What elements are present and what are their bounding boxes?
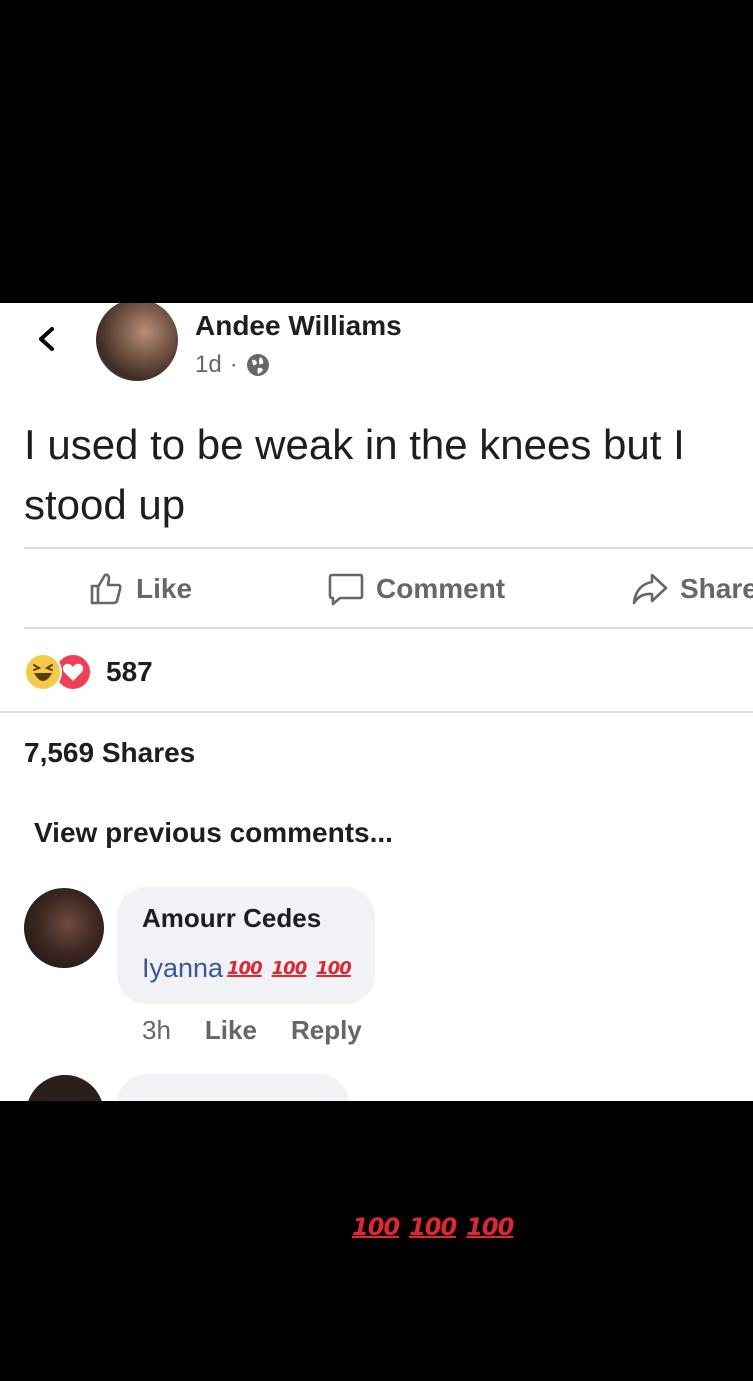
comment-text: Iyanna 100 100 100 [142,953,357,984]
commenter-name[interactable]: Amourr Cedes [142,903,321,934]
thumbs-up-icon [90,573,122,605]
comment-actions: 3h Like Reply [142,1015,362,1046]
back-arrow-icon[interactable] [30,321,66,357]
view-previous-comments-link[interactable]: View previous comments... [34,817,393,849]
globe-icon [246,354,269,376]
comment-label: Comment [376,573,506,604]
caption: 100 100 100 [352,1213,519,1241]
mention-link[interactable]: Iyanna [142,953,223,984]
haha-reaction-icon [24,653,62,691]
hundred-points-emoji: 100 [271,958,308,979]
divider [24,547,753,549]
facebook-post-card: Andee Williams 1d · I used to be weak in… [0,303,753,1101]
like-button[interactable]: Like [86,569,192,609]
top-letterbox [0,0,753,303]
bottom-letterbox: 100 100 100 [0,1101,753,1381]
comment-like-button[interactable]: Like [205,1015,257,1046]
share-count[interactable]: 7,569 Shares [24,737,195,769]
hundred-points-emoji: 100 [409,1213,457,1241]
hundred-points-emoji: 100 [227,958,263,979]
post-time[interactable]: 1d [195,351,222,379]
next-comment-bubble [117,1074,349,1101]
share-arrow-icon [632,573,668,605]
author-name[interactable]: Andee Williams [195,310,402,342]
share-label: Share [680,573,753,604]
comment-reply-button[interactable]: Reply [291,1015,362,1046]
hundred-points-emoji: 100 [352,1213,400,1241]
hundred-points-emoji: 100 [316,958,352,979]
reaction-count: 587 [106,656,153,687]
divider [0,711,753,713]
meta-separator: · [229,351,238,378]
reaction-summary[interactable]: 587 [24,653,153,691]
share-button[interactable]: Share [630,569,753,609]
post-meta: 1d · [195,351,270,379]
like-label: Like [136,573,193,604]
comment-icon [328,573,364,606]
hundred-points-emoji: 100 [466,1213,514,1241]
divider [24,627,753,629]
comment-time: 3h [142,1015,171,1045]
next-commenter-avatar[interactable] [26,1075,104,1101]
comment-button[interactable]: Comment [326,569,505,609]
post-text: I used to be weak in the knees but I sto… [24,421,685,528]
commenter-avatar[interactable] [24,888,104,968]
author-avatar[interactable] [96,303,178,381]
